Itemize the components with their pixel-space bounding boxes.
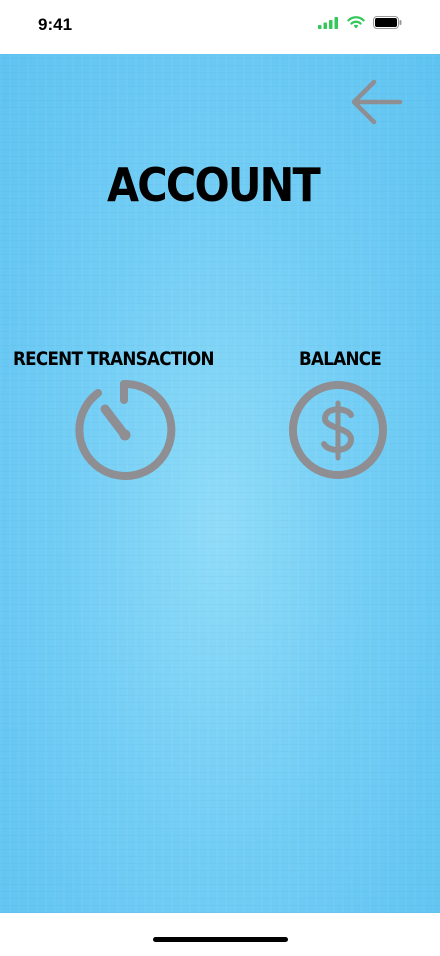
stopwatch-icon [75, 379, 176, 480]
arrow-left-icon [351, 79, 403, 125]
battery-icon [373, 16, 402, 29]
wifi-icon [347, 16, 365, 29]
account-screen: 9:41 ACCOUNT RECENT TRANSACTION BALANCE [0, 0, 440, 956]
status-icons [318, 16, 402, 29]
status-time: 9:41 [38, 15, 73, 34]
back-button[interactable] [346, 76, 406, 132]
recent-transaction-button[interactable]: RECENT TRANSACTION [0, 348, 220, 488]
main-content: ACCOUNT RECENT TRANSACTION BALANCE [0, 54, 440, 913]
home-indicator[interactable] [153, 937, 288, 942]
dollar-circle-icon [289, 381, 387, 479]
balance-label: BALANCE [299, 348, 382, 370]
balance-button[interactable]: BALANCE [270, 348, 410, 488]
recent-transaction-label: RECENT TRANSACTION [13, 348, 215, 370]
cellular-signal-icon [318, 16, 338, 29]
page-title: ACCOUNT [107, 158, 321, 212]
status-bar: 9:41 [0, 0, 440, 54]
